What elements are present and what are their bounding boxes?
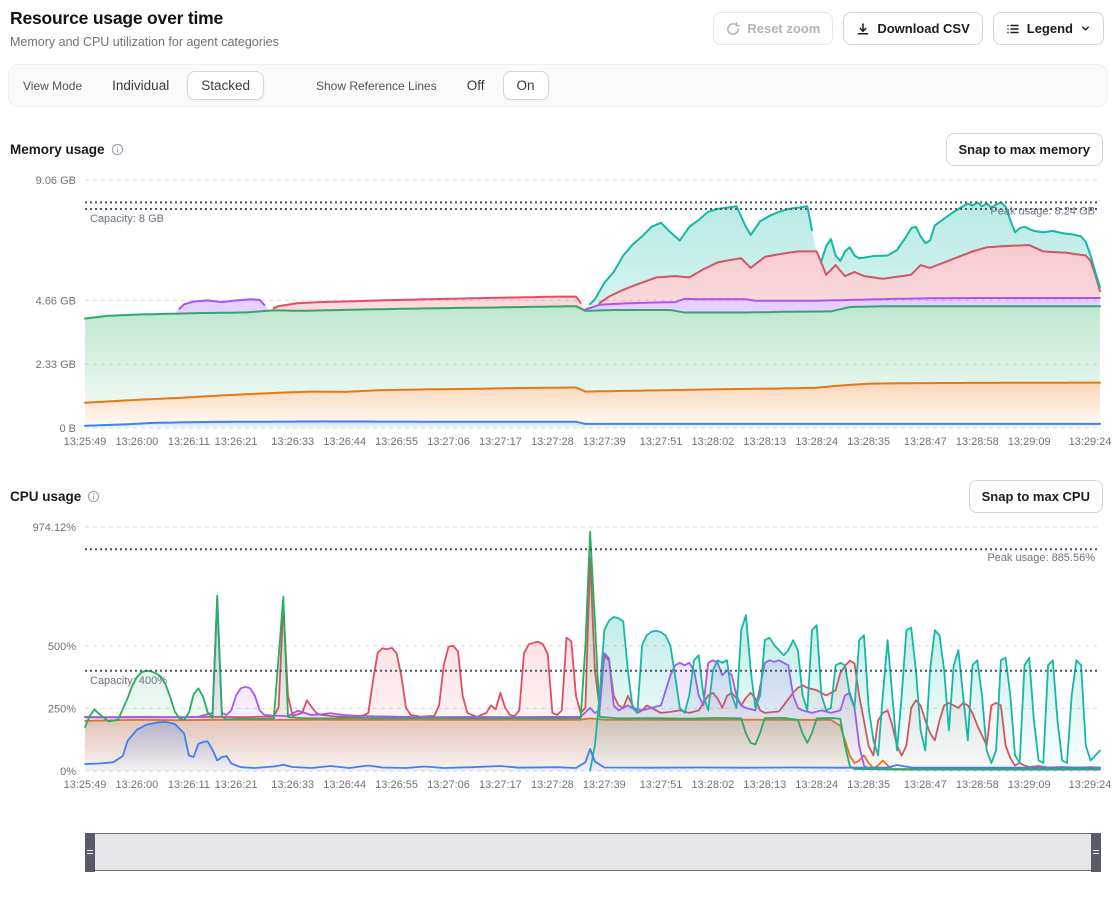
svg-text:13:27:51: 13:27:51 (640, 436, 683, 448)
svg-text:13:26:33: 13:26:33 (271, 436, 314, 448)
svg-text:250%: 250% (48, 703, 76, 715)
download-icon (856, 22, 870, 36)
svg-text:13:29:24: 13:29:24 (1069, 436, 1112, 448)
svg-text:500%: 500% (48, 641, 76, 653)
time-range-brush[interactable] (85, 833, 1100, 871)
cpu-section-title: CPU usage (10, 489, 100, 504)
memory-usage-heading: Memory usage (10, 142, 105, 157)
reset-zoom-button[interactable]: Reset zoom (713, 12, 833, 45)
svg-text:13:28:47: 13:28:47 (904, 436, 947, 448)
svg-text:13:26:44: 13:26:44 (323, 436, 366, 448)
snap-to-max-memory-button[interactable]: Snap to max memory (946, 133, 1104, 166)
reference-lines-label: Show Reference Lines (316, 79, 437, 93)
svg-text:13:27:17: 13:27:17 (479, 436, 522, 448)
svg-text:13:26:55: 13:26:55 (375, 436, 418, 448)
reset-zoom-label: Reset zoom (747, 21, 820, 36)
svg-text:13:28:13: 13:28:13 (743, 436, 786, 448)
svg-text:13:26:44: 13:26:44 (323, 779, 366, 791)
reference-lines-off[interactable]: Off (453, 71, 499, 100)
svg-text:9.06 GB: 9.06 GB (36, 175, 76, 187)
svg-text:13:28:02: 13:28:02 (691, 436, 734, 448)
svg-text:13:27:28: 13:27:28 (531, 779, 574, 791)
svg-text:974.12%: 974.12% (33, 522, 77, 534)
svg-text:13:28:35: 13:28:35 (847, 779, 890, 791)
legend-list-icon (1006, 22, 1020, 36)
svg-text:13:28:58: 13:28:58 (956, 779, 999, 791)
svg-text:13:26:11: 13:26:11 (168, 436, 210, 448)
svg-text:13:27:06: 13:27:06 (427, 779, 470, 791)
svg-text:13:26:00: 13:26:00 (115, 779, 158, 791)
svg-text:13:28:35: 13:28:35 (847, 436, 890, 448)
view-mode-individual[interactable]: Individual (98, 71, 183, 100)
svg-text:13:27:06: 13:27:06 (427, 436, 470, 448)
page-header: Resource usage over time Memory and CPU … (0, 8, 1116, 49)
svg-text:Capacity: 8 GB: Capacity: 8 GB (90, 213, 164, 225)
memory-usage-chart[interactable]: 9.06 GB 4.66 GB 2.33 GB 0 B Capacity: 8 GB Pe… (0, 171, 1116, 453)
legend-button[interactable]: Legend (993, 12, 1104, 45)
svg-text:13:26:55: 13:26:55 (375, 779, 418, 791)
svg-text:13:25:49: 13:25:49 (64, 779, 107, 791)
svg-text:13:27:39: 13:27:39 (583, 779, 626, 791)
page-title: Resource usage over time (10, 8, 279, 29)
view-controls-bar: View Mode Individual Stacked Show Refere… (8, 64, 1108, 107)
svg-text:0%: 0% (60, 766, 76, 778)
svg-text:4.66 GB: 4.66 GB (36, 295, 76, 307)
svg-text:13:29:09: 13:29:09 (1008, 436, 1051, 448)
download-csv-label: Download CSV (877, 21, 969, 36)
refresh-icon (726, 22, 740, 36)
reference-lines-on[interactable]: On (503, 71, 549, 100)
svg-text:Peak usage: 8.24 GB: Peak usage: 8.24 GB (990, 205, 1095, 217)
svg-text:13:28:13: 13:28:13 (743, 779, 786, 791)
svg-text:13:28:47: 13:28:47 (904, 779, 947, 791)
svg-text:13:26:21: 13:26:21 (215, 436, 258, 448)
svg-text:13:28:24: 13:28:24 (795, 779, 838, 791)
svg-text:13:26:33: 13:26:33 (271, 779, 314, 791)
svg-text:Peak usage: 885.56%: Peak usage: 885.56% (987, 552, 1095, 564)
chevron-down-icon (1080, 23, 1091, 34)
brush-handle-left[interactable] (85, 833, 95, 872)
svg-text:13:27:17: 13:27:17 (479, 779, 522, 791)
cpu-usage-heading: CPU usage (10, 489, 81, 504)
page-subtitle: Memory and CPU utilization for agent cat… (10, 35, 279, 49)
svg-text:13:27:28: 13:27:28 (531, 436, 574, 448)
cpu-usage-chart[interactable]: 974.12% 500% 250% 0% Peak usage: 885.56% Capa… (0, 519, 1116, 793)
svg-text:13:28:24: 13:28:24 (795, 436, 838, 448)
svg-text:13:28:02: 13:28:02 (691, 779, 734, 791)
view-mode-stacked[interactable]: Stacked (187, 71, 264, 100)
svg-text:13:29:24: 13:29:24 (1069, 779, 1112, 791)
svg-text:2.33 GB: 2.33 GB (36, 359, 76, 371)
info-icon[interactable] (87, 490, 100, 503)
snap-to-max-memory-label: Snap to max memory (959, 142, 1091, 157)
legend-label: Legend (1027, 21, 1073, 36)
svg-text:13:25:49: 13:25:49 (64, 436, 107, 448)
svg-text:13:29:09: 13:29:09 (1008, 779, 1051, 791)
view-mode-label: View Mode (23, 79, 82, 93)
svg-text:13:27:39: 13:27:39 (583, 436, 626, 448)
snap-to-max-cpu-label: Snap to max CPU (982, 489, 1090, 504)
download-csv-button[interactable]: Download CSV (843, 12, 982, 45)
brush-handle-right[interactable] (1091, 833, 1101, 872)
svg-text:13:26:11: 13:26:11 (168, 779, 210, 791)
svg-text:0 B: 0 B (59, 423, 76, 435)
svg-text:Capacity: 400%: Capacity: 400% (90, 675, 167, 687)
svg-text:13:27:51: 13:27:51 (640, 779, 683, 791)
memory-section-title: Memory usage (10, 142, 124, 157)
svg-text:13:26:00: 13:26:00 (115, 436, 158, 448)
snap-to-max-cpu-button[interactable]: Snap to max CPU (969, 480, 1103, 513)
info-icon[interactable] (111, 143, 124, 156)
svg-text:13:28:58: 13:28:58 (956, 436, 999, 448)
svg-text:13:26:21: 13:26:21 (215, 779, 258, 791)
